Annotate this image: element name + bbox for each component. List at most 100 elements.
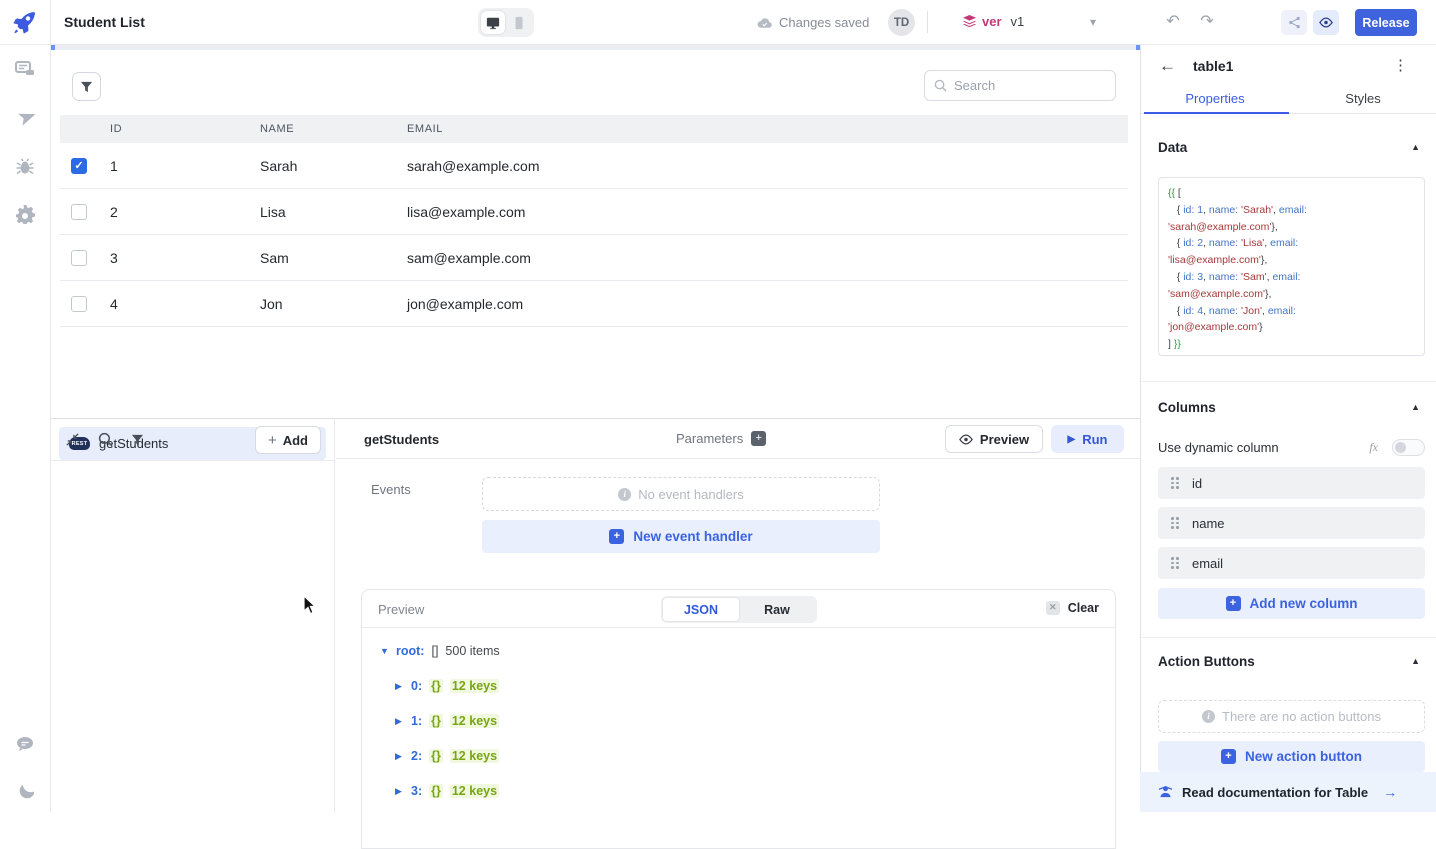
row-checkbox[interactable]: ✓ xyxy=(71,158,87,174)
table-row[interactable]: 4Jonjon@example.com xyxy=(60,281,1128,327)
release-button[interactable]: Release xyxy=(1355,9,1417,36)
code-line: 'sarah@example.com'}, xyxy=(1168,219,1415,236)
app-canvas[interactable]: ID NAME EMAIL ✓1Sarahsarah@example.com2L… xyxy=(51,45,1140,418)
add-query-button[interactable]: + Add xyxy=(255,426,321,454)
debug-bug-icon[interactable] xyxy=(13,155,37,179)
version-selector[interactable]: ver v1 xyxy=(962,14,1024,29)
mobile-view-icon[interactable] xyxy=(507,11,531,34)
tree-meta: 12 keys xyxy=(450,714,499,728)
code-token: 'lisa@example.com' xyxy=(1168,254,1261,266)
code-token: email: xyxy=(1279,204,1307,216)
tab-properties[interactable]: Properties xyxy=(1141,87,1289,113)
redo-button[interactable]: ↷ xyxy=(1196,12,1218,34)
preview-mode-button[interactable] xyxy=(1313,10,1339,35)
tree-expand-icon[interactable]: ▶ xyxy=(395,786,404,797)
comments-icon[interactable] xyxy=(13,58,37,82)
json-tree-row[interactable]: ▼root:[]500 items xyxy=(380,641,500,661)
info-icon: i xyxy=(618,488,631,501)
tree-expand-icon[interactable]: ▶ xyxy=(395,681,404,692)
chevron-down-icon[interactable]: ▾ xyxy=(1090,15,1096,29)
clear-response[interactable]: ✕ Clear xyxy=(1046,601,1099,615)
table-row[interactable]: ✓1Sarahsarah@example.com xyxy=(60,143,1128,189)
column-header-email[interactable]: EMAIL xyxy=(397,123,1128,135)
property-tabs: Properties Styles xyxy=(1141,87,1436,114)
dynamic-column-toggle[interactable] xyxy=(1392,439,1425,456)
action-buttons-section-title[interactable]: Action Buttons xyxy=(1158,654,1255,669)
settings-gear-icon[interactable] xyxy=(13,202,37,226)
fx-js-toggle-icon[interactable]: fx xyxy=(1369,440,1378,455)
tree-expand-icon[interactable]: ▼ xyxy=(380,646,389,656)
collapse-data-icon[interactable]: ▲ xyxy=(1411,142,1420,152)
drag-handle-icon[interactable] xyxy=(1171,557,1179,569)
collapse-actions-icon[interactable]: ▲ xyxy=(1411,656,1420,666)
tab-raw[interactable]: Raw xyxy=(739,598,815,621)
query-editor-header: getStudents Parameters + Preview ▶ Run xyxy=(336,419,1140,459)
column-item[interactable]: id xyxy=(1158,467,1425,499)
cell-email: lisa@example.com xyxy=(397,204,1128,220)
tab-styles[interactable]: Styles xyxy=(1289,87,1436,113)
help-chat-icon[interactable] xyxy=(13,732,37,756)
share-button[interactable] xyxy=(1281,10,1307,35)
row-checkbox[interactable] xyxy=(71,204,87,220)
json-tree-row[interactable]: ▶0:{}12 keys xyxy=(395,676,500,696)
row-checkbox[interactable] xyxy=(71,250,87,266)
cell-email: jon@example.com xyxy=(397,296,1128,312)
table-search[interactable] xyxy=(924,70,1116,101)
plus-square-icon: + xyxy=(609,529,624,544)
device-toggle[interactable] xyxy=(478,8,534,37)
tree-expand-icon[interactable]: ▶ xyxy=(395,751,404,762)
json-tree-row[interactable]: ▶2:{}12 keys xyxy=(395,746,500,766)
columns-section-title[interactable]: Columns xyxy=(1158,400,1216,415)
new-action-button-label: New action button xyxy=(1245,749,1362,764)
column-item[interactable]: email xyxy=(1158,547,1425,579)
collapse-panel-icon[interactable] xyxy=(65,432,80,447)
canvas-pointer-icon[interactable] xyxy=(13,106,37,130)
plus-square-icon: + xyxy=(1221,749,1236,764)
documentation-link[interactable]: Read documentation for Table → xyxy=(1140,772,1436,812)
parameters-control[interactable]: Parameters + xyxy=(676,431,766,446)
drag-handle-icon[interactable] xyxy=(1171,477,1179,489)
undo-button[interactable]: ↶ xyxy=(1162,12,1184,34)
canvas-resize-handle[interactable] xyxy=(51,45,55,50)
widget-name[interactable]: table1 xyxy=(1193,58,1233,74)
more-options-kebab-icon[interactable]: ⋮ xyxy=(1393,56,1408,74)
tab-json[interactable]: JSON xyxy=(663,598,739,621)
search-queries-icon[interactable] xyxy=(98,432,113,447)
new-event-handler-label: New event handler xyxy=(633,529,752,544)
run-query-button[interactable]: ▶ Run xyxy=(1051,425,1124,453)
row-checkbox[interactable] xyxy=(71,296,87,312)
cell-id: 4 xyxy=(100,296,250,312)
column-header-id[interactable]: ID xyxy=(100,123,250,135)
json-tree-row[interactable]: ▶3:{}12 keys xyxy=(395,781,500,801)
app-logo-rocket-icon[interactable] xyxy=(8,7,40,39)
dark-mode-moon-icon[interactable] xyxy=(13,780,37,804)
column-header-name[interactable]: NAME xyxy=(250,123,397,135)
back-icon[interactable]: ← xyxy=(1159,56,1176,76)
tree-expand-icon[interactable]: ▶ xyxy=(395,716,404,727)
add-parameter-icon[interactable]: + xyxy=(751,431,766,446)
table-row[interactable]: 2Lisalisa@example.com xyxy=(60,189,1128,235)
save-status-label: Changes saved xyxy=(779,15,869,30)
json-tree-row[interactable]: ▶1:{}12 keys xyxy=(395,711,500,731)
scholar-icon xyxy=(1158,785,1173,799)
table-search-input[interactable] xyxy=(954,78,1094,93)
query-name[interactable]: getStudents xyxy=(364,432,439,447)
add-new-column-button[interactable]: + Add new column xyxy=(1158,588,1425,619)
drag-handle-icon[interactable] xyxy=(1171,517,1179,529)
column-item[interactable]: name xyxy=(1158,507,1425,539)
collapse-columns-icon[interactable]: ▲ xyxy=(1411,402,1420,412)
desktop-view-icon[interactable] xyxy=(481,11,505,34)
filter-queries-icon[interactable] xyxy=(131,434,144,446)
table-row[interactable]: 3Samsam@example.com xyxy=(60,235,1128,281)
new-event-handler-button[interactable]: + New event handler xyxy=(482,520,880,553)
code-token: }} xyxy=(1174,338,1181,350)
close-icon[interactable]: ✕ xyxy=(1046,601,1060,615)
data-section-title[interactable]: Data xyxy=(1158,140,1187,155)
table-filter-button[interactable] xyxy=(72,72,101,101)
code-token: 'Sarah' xyxy=(1241,204,1273,216)
code-token: email: xyxy=(1272,271,1300,283)
query-preview-button[interactable]: Preview xyxy=(945,425,1043,453)
table-data-code-editor[interactable]: {{ [ { id: 1, name: 'Sarah', email:'sara… xyxy=(1158,177,1425,356)
new-action-button[interactable]: + New action button xyxy=(1158,741,1425,772)
user-avatar[interactable]: TD xyxy=(888,9,915,36)
